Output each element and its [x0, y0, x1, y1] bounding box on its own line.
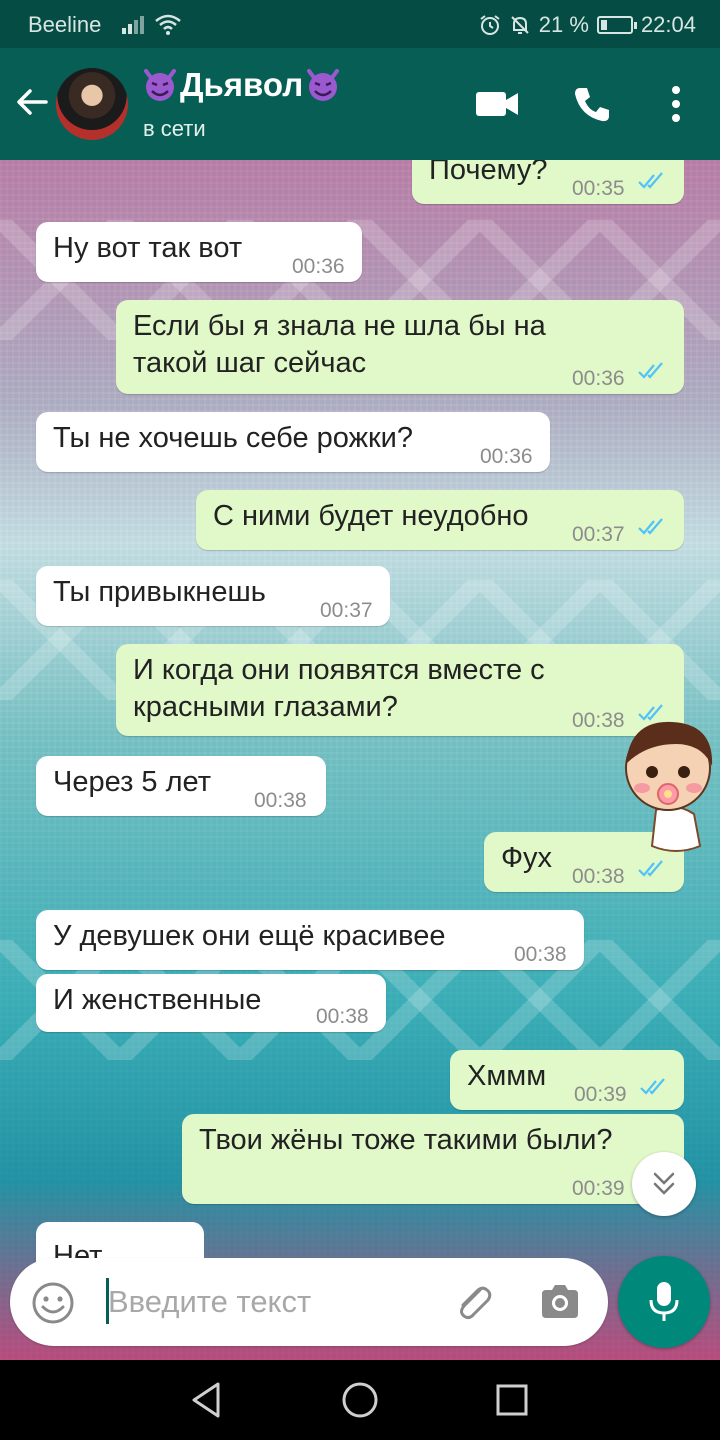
message-text: Через 5 лет: [53, 766, 211, 798]
message-text: У девушек они ещё красивее: [53, 920, 446, 952]
message-incoming[interactable]: Ты привыкнешь 00:37: [36, 566, 390, 626]
message-text: Фух: [501, 842, 553, 874]
message-text: И когда они появятся вместе с: [133, 654, 545, 686]
baby-sticker: [625, 721, 713, 852]
message-text: Твои жёны тоже такими были?: [199, 1124, 613, 1156]
read-ticks-icon: [640, 1078, 665, 1095]
read-ticks-icon: [638, 362, 663, 379]
message-text: Ну вот так вот: [53, 232, 243, 264]
nav-home-icon[interactable]: [340, 1380, 380, 1420]
message-time: 00:35: [572, 177, 625, 200]
devil-emoji-icon: [307, 69, 340, 101]
battery-level-fill: [600, 20, 607, 30]
message-text: И женственные: [53, 984, 262, 1016]
alarm-icon: [480, 15, 500, 35]
more-vert-icon[interactable]: [664, 84, 688, 124]
read-ticks-icon: [638, 518, 663, 535]
read-ticks-icon: [638, 860, 663, 877]
message-text: С ними будет неудобно: [213, 500, 529, 532]
contact-name[interactable]: Дьявол: [142, 66, 341, 104]
message-outgoing[interactable]: Если бы я знала не шла бы на такой шаг с…: [116, 300, 684, 394]
message-input[interactable]: [108, 1276, 438, 1328]
mute-bell-icon: [511, 16, 529, 34]
online-status: в сети: [143, 116, 206, 141]
video-call-icon[interactable]: [474, 84, 520, 124]
message-time: 00:36: [572, 367, 625, 390]
message-incoming[interactable]: Ты не хочешь себе рожки? 00:36: [36, 412, 550, 472]
emoji-icon[interactable]: [30, 1280, 76, 1326]
message-incoming[interactable]: Через 5 лет 00:38: [36, 756, 326, 816]
attach-clip-icon[interactable]: [452, 1280, 496, 1324]
message-text: красными глазами?: [133, 691, 398, 723]
message-incoming[interactable]: И женственные 00:38: [36, 974, 386, 1032]
message-time: 00:38: [254, 789, 307, 812]
nav-recents-icon[interactable]: [494, 1380, 530, 1420]
nav-back-icon[interactable]: [188, 1380, 224, 1420]
avatar[interactable]: [56, 68, 128, 140]
message-composer: [10, 1258, 608, 1346]
message-outgoing[interactable]: Почему? 00:35: [412, 160, 684, 204]
status-bar: Beeline 21 % 22:04: [0, 0, 720, 48]
message-outgoing[interactable]: Хммм 00:39: [450, 1050, 684, 1110]
voice-record-button[interactable]: [618, 1256, 710, 1348]
message-time: 00:39: [572, 1177, 625, 1200]
signal-icon: [122, 16, 144, 34]
message-outgoing[interactable]: И когда они появятся вместе с красными г…: [116, 644, 684, 736]
message-text: такой шаг сейчас: [133, 347, 367, 379]
message-time: 00:38: [316, 1005, 369, 1028]
carrier-name: Beeline: [28, 12, 102, 37]
read-ticks-icon: [638, 172, 663, 189]
message-time: 00:37: [572, 523, 625, 546]
message-outgoing[interactable]: Твои жёны тоже такими были? 00:39: [182, 1114, 684, 1204]
contact-name-text: Дьявол: [180, 66, 304, 103]
devil-emoji-icon: [144, 69, 176, 101]
battery-percent: 21 %: [538, 12, 589, 37]
message-incoming[interactable]: Ну вот так вот 00:36: [36, 222, 362, 282]
message-outgoing[interactable]: С ними будет неудобно 00:37: [196, 490, 684, 550]
phone-icon[interactable]: [572, 84, 612, 124]
message-text: Если бы я знала не шла бы на: [133, 310, 546, 342]
message-time: 00:39: [574, 1083, 627, 1106]
scroll-to-bottom-button[interactable]: [632, 1152, 696, 1216]
clock: 22:04: [640, 12, 696, 37]
system-nav-bar: [0, 1360, 720, 1440]
message-time: 00:36: [292, 255, 345, 278]
battery-icon: [596, 16, 637, 34]
message-text: Ты не хочешь себе рожки?: [53, 422, 413, 454]
message-time: 00:37: [320, 599, 373, 622]
message-text: Хммм: [467, 1060, 547, 1092]
message-text: Почему?: [429, 160, 548, 186]
camera-icon[interactable]: [538, 1280, 582, 1324]
message-time: 00:38: [572, 865, 625, 888]
message-incoming[interactable]: У девушек они ещё красивее 00:38: [36, 910, 584, 970]
back-arrow-icon[interactable]: [12, 82, 52, 122]
microphone-icon: [649, 1282, 679, 1321]
wifi-icon: [155, 14, 181, 35]
chat-header: Дьявол в сети: [0, 48, 720, 160]
message-time: 00:36: [480, 445, 533, 468]
chat-area[interactable]: Почему? 00:35 Ну вот так вот 00:36 Если …: [0, 160, 720, 1360]
message-text: Ты привыкнешь: [53, 576, 266, 608]
double-chevron-down-icon: [653, 1172, 675, 1195]
message-time: 00:38: [514, 943, 567, 966]
